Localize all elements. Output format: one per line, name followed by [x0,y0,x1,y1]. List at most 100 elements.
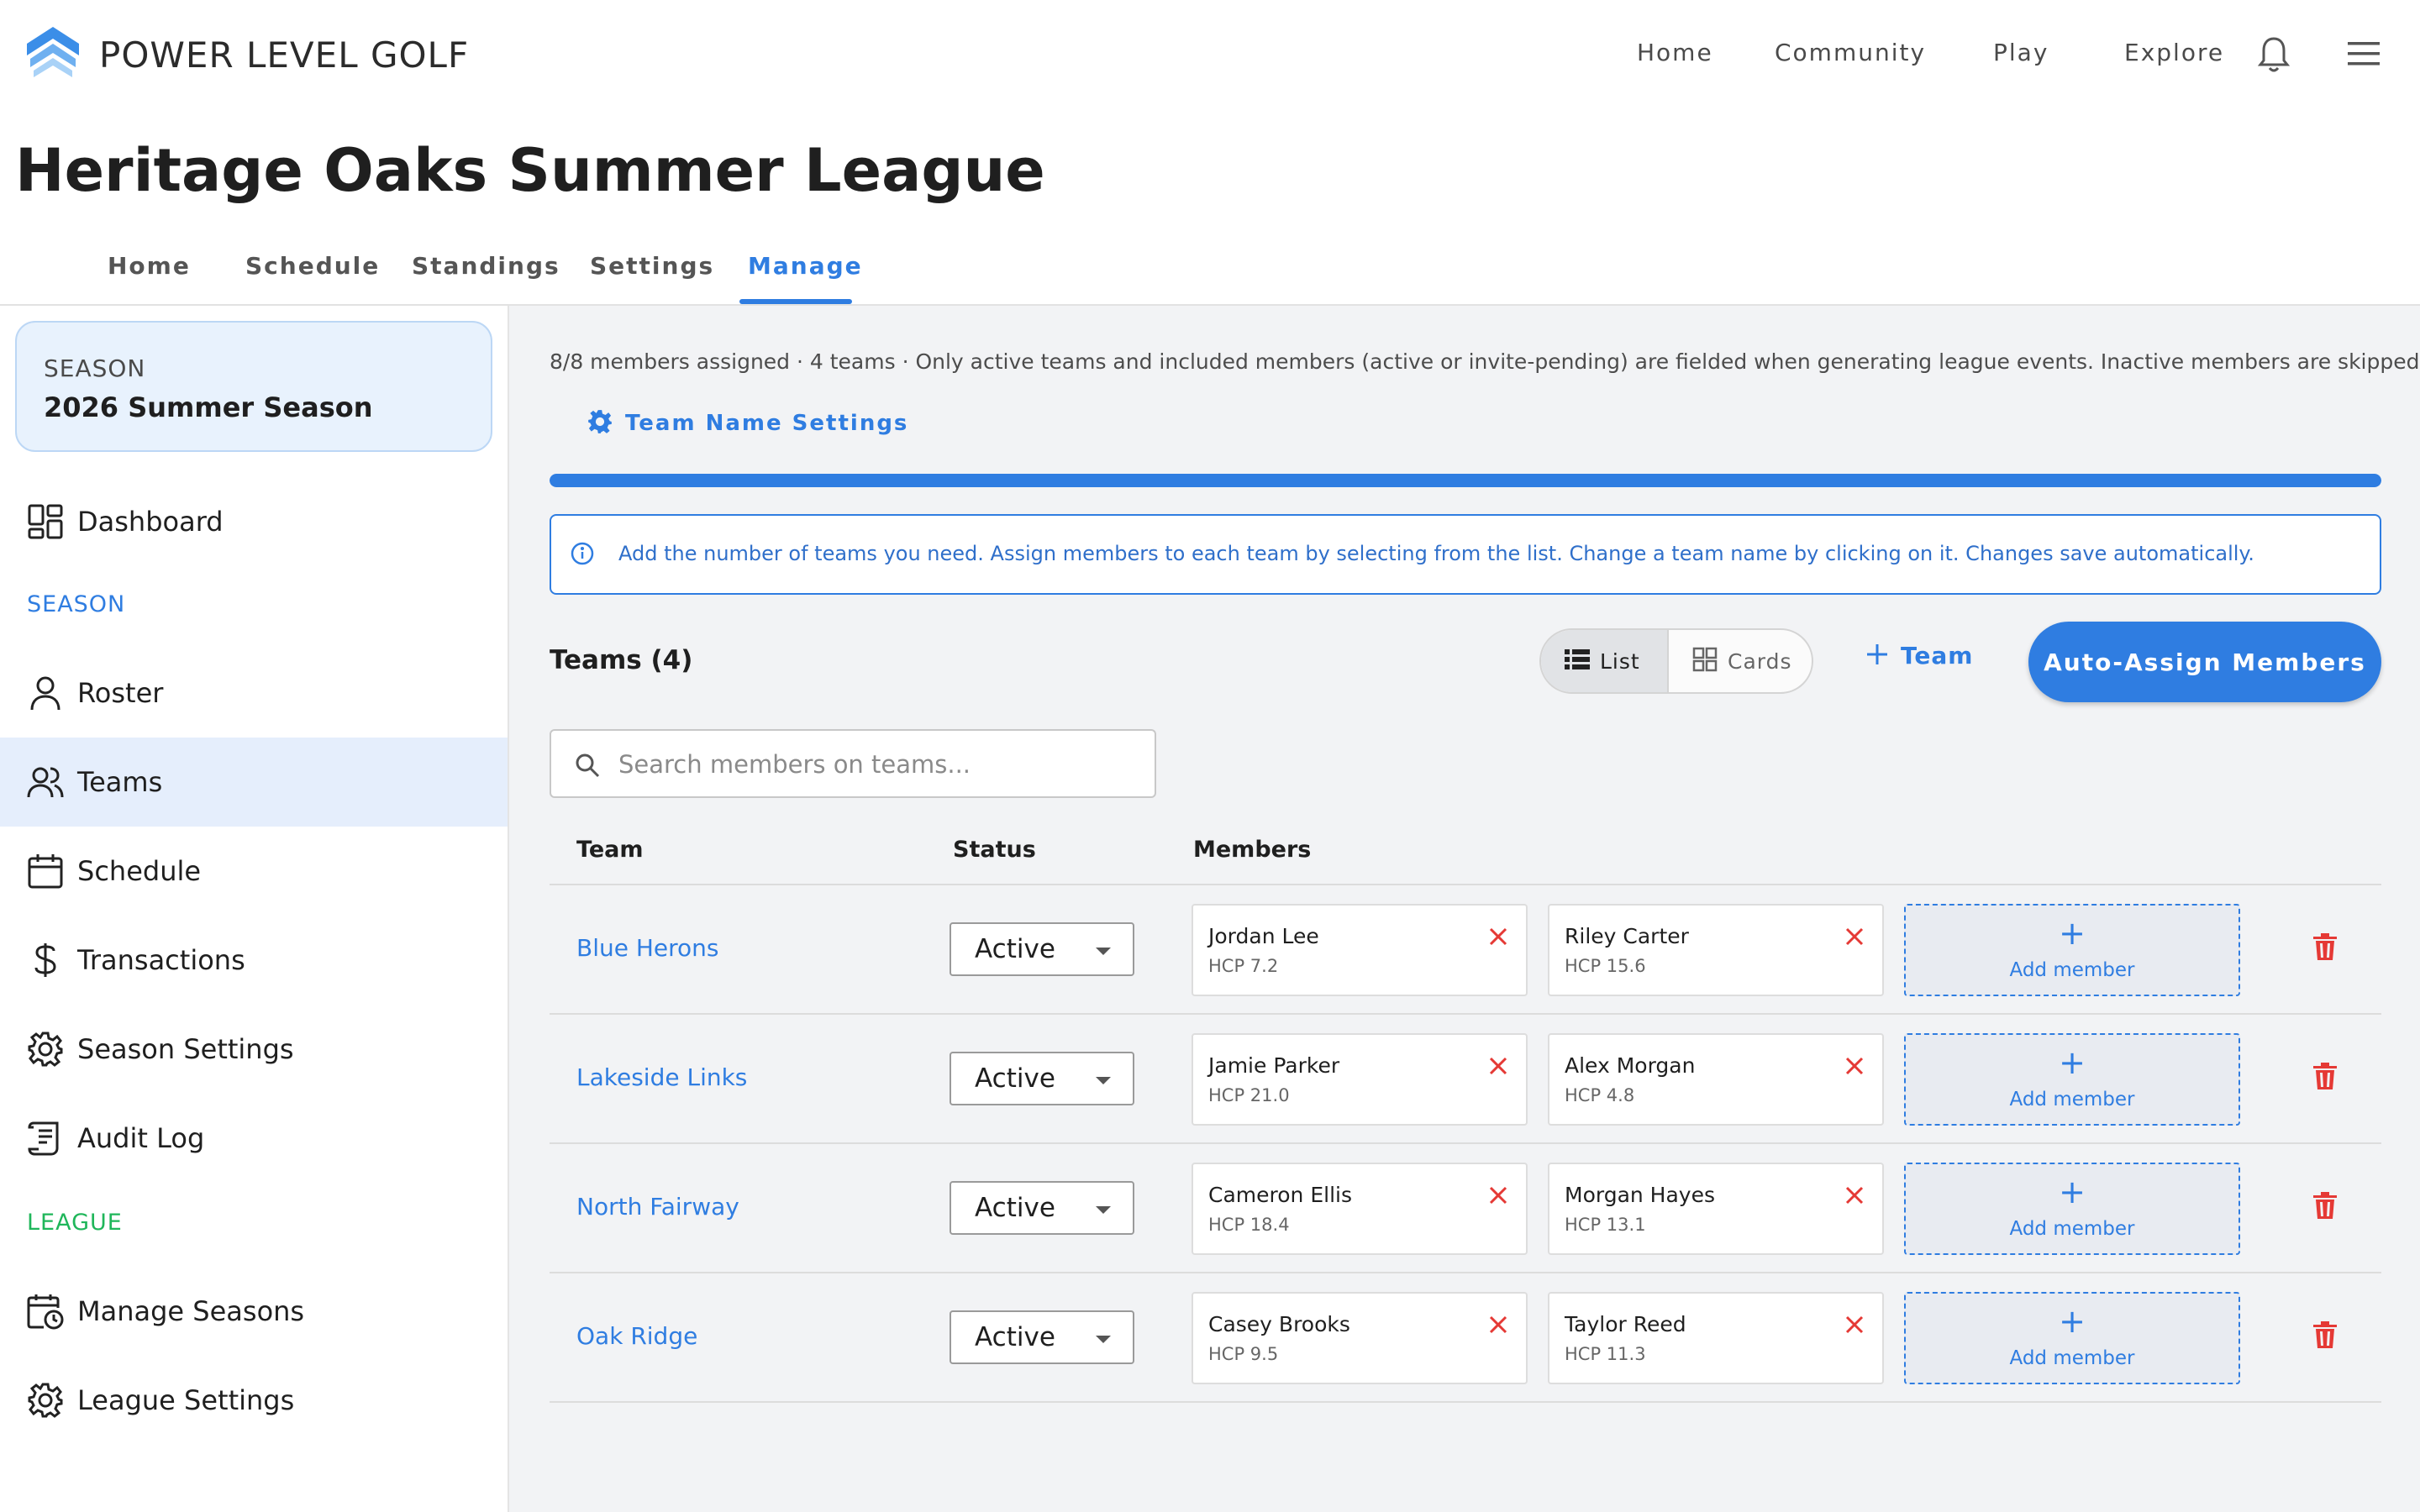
sidebar-item-audit-log[interactable]: Audit Log [0,1094,508,1183]
brand[interactable]: POWER LEVEL GOLF [25,25,469,84]
trash-icon[interactable] [2312,1062,2338,1094]
tab-manage[interactable]: Manage [748,252,863,280]
team-status-select[interactable]: Active [950,1181,1134,1235]
member-handicap: HCP 21.0 [1208,1085,1290,1105]
teams-table-header: Team Status Members [550,825,2381,885]
view-cards-button[interactable]: Cards [1667,630,1812,692]
team-name-link[interactable]: Oak Ridge [576,1322,697,1350]
member-search [550,729,1156,798]
team-status-select[interactable]: Active [950,1052,1134,1105]
sidebar-item-label: Audit Log [77,1122,205,1154]
add-member-label: Add member [2009,1347,2135,1369]
team-name-link[interactable]: North Fairway [576,1193,739,1221]
chevron-down-icon [1096,948,1111,955]
sidebar-item-roster[interactable]: Roster [0,648,508,738]
nav-explore[interactable]: Explore [2124,39,2224,66]
sidebar-item-league-settings[interactable]: League Settings [0,1356,508,1445]
member-handicap: HCP 4.8 [1565,1085,1635,1105]
assignment-progress-fill [550,474,2381,487]
close-icon[interactable] [1845,927,1864,949]
add-member-button[interactable]: + Add member [1904,1033,2240,1126]
sidebar-item-label: League Settings [77,1384,295,1416]
column-header-status: Status [953,837,1036,863]
team-status-select[interactable]: Active [950,1310,1134,1364]
team-status-value: Active [975,1063,1055,1094]
view-list-button[interactable]: List [1541,630,1667,692]
team-name-settings-button[interactable]: Team Name Settings [587,408,908,438]
member-name: Casey Brooks [1208,1312,1350,1336]
sidebar-item-label: Manage Seasons [77,1295,305,1327]
list-icon [1565,648,1590,674]
sidebar-item-transactions[interactable]: Transactions [0,916,508,1005]
teams-count-heading: Teams (4) [550,645,693,675]
member-chip: Cameron Ellis HCP 18.4 [1192,1163,1528,1255]
menu-icon[interactable] [2348,40,2380,71]
season-name: 2026 Summer Season [44,391,373,423]
close-icon[interactable] [1489,927,1507,949]
tab-schedule[interactable]: Schedule [245,252,380,280]
member-name: Jordan Lee [1208,924,1319,948]
trash-icon[interactable] [2312,1320,2338,1352]
sidebar-item-teams[interactable]: Teams [0,738,508,827]
season-selector[interactable]: SEASON 2026 Summer Season [15,321,492,452]
member-chip: Riley Carter HCP 15.6 [1548,904,1884,996]
sidebar-item-label: Schedule [77,855,202,887]
trash-icon[interactable] [2312,1191,2338,1223]
nav-play[interactable]: Play [1993,39,2049,66]
sidebar-item-manage-seasons[interactable]: Manage Seasons [0,1267,508,1356]
close-icon[interactable] [1845,1315,1864,1337]
tab-standings[interactable]: Standings [412,252,560,280]
sidebar-item-dashboard[interactable]: Dashboard [0,477,508,566]
sidebar-item-label: Dashboard [77,506,224,538]
calendar-clock-icon [27,1293,64,1330]
sidebar-item-label: Teams [77,766,163,798]
close-icon[interactable] [1845,1186,1864,1208]
tab-home[interactable]: Home [108,252,191,280]
tab-settings[interactable]: Settings [590,252,714,280]
add-team-label: Team [1901,642,1974,669]
trash-icon[interactable] [2312,932,2338,964]
dashboard-icon [27,503,64,540]
member-chip: Taylor Reed HCP 11.3 [1548,1292,1884,1384]
sidebar-item-label: Roster [77,677,164,709]
assignment-progress-bar [550,474,2381,487]
league-tabs: Home Schedule Standings Settings Manage [0,242,2420,306]
auto-assign-members-button[interactable]: Auto-Assign Members [2028,622,2381,702]
member-handicap: HCP 7.2 [1208,956,1279,976]
add-member-label: Add member [2009,1218,2135,1240]
team-name-link[interactable]: Lakeside Links [576,1063,747,1091]
sidebar-item-schedule[interactable]: Schedule [0,827,508,916]
close-icon[interactable] [1489,1315,1507,1337]
sidebar-item-season-settings[interactable]: Season Settings [0,1005,508,1094]
add-member-button[interactable]: + Add member [1904,1163,2240,1255]
nav-home[interactable]: Home [1637,39,1713,66]
add-member-button[interactable]: + Add member [1904,904,2240,996]
gear-icon [27,1031,64,1068]
add-member-button[interactable]: + Add member [1904,1292,2240,1384]
team-status-value: Active [975,1193,1055,1223]
team-name-settings-label: Team Name Settings [625,411,909,436]
sidebar-item-label: Transactions [77,944,245,976]
grid-icon [1692,647,1718,675]
team-name-link[interactable]: Blue Herons [576,934,719,962]
plus-icon: + [2059,915,2086,952]
chevron-down-icon [1096,1077,1111,1084]
bell-icon[interactable] [2257,35,2291,77]
team-status-value: Active [975,1322,1055,1352]
team-status-select[interactable]: Active [950,922,1134,976]
nav-community[interactable]: Community [1775,39,1926,66]
people-icon [27,764,64,801]
add-member-label: Add member [2009,1089,2135,1110]
close-icon[interactable] [1845,1057,1864,1079]
member-name: Cameron Ellis [1208,1183,1352,1207]
close-icon[interactable] [1489,1057,1507,1079]
member-name: Riley Carter [1565,924,1689,948]
gear-icon [27,1382,64,1419]
member-chip: Jordan Lee HCP 7.2 [1192,904,1528,996]
brand-name: POWER LEVEL GOLF [99,34,470,76]
member-name: Taylor Reed [1565,1312,1686,1336]
add-team-button[interactable]: Team [1865,642,1973,669]
search-input[interactable] [618,743,1139,786]
member-handicap: HCP 9.5 [1208,1344,1279,1364]
close-icon[interactable] [1489,1186,1507,1208]
